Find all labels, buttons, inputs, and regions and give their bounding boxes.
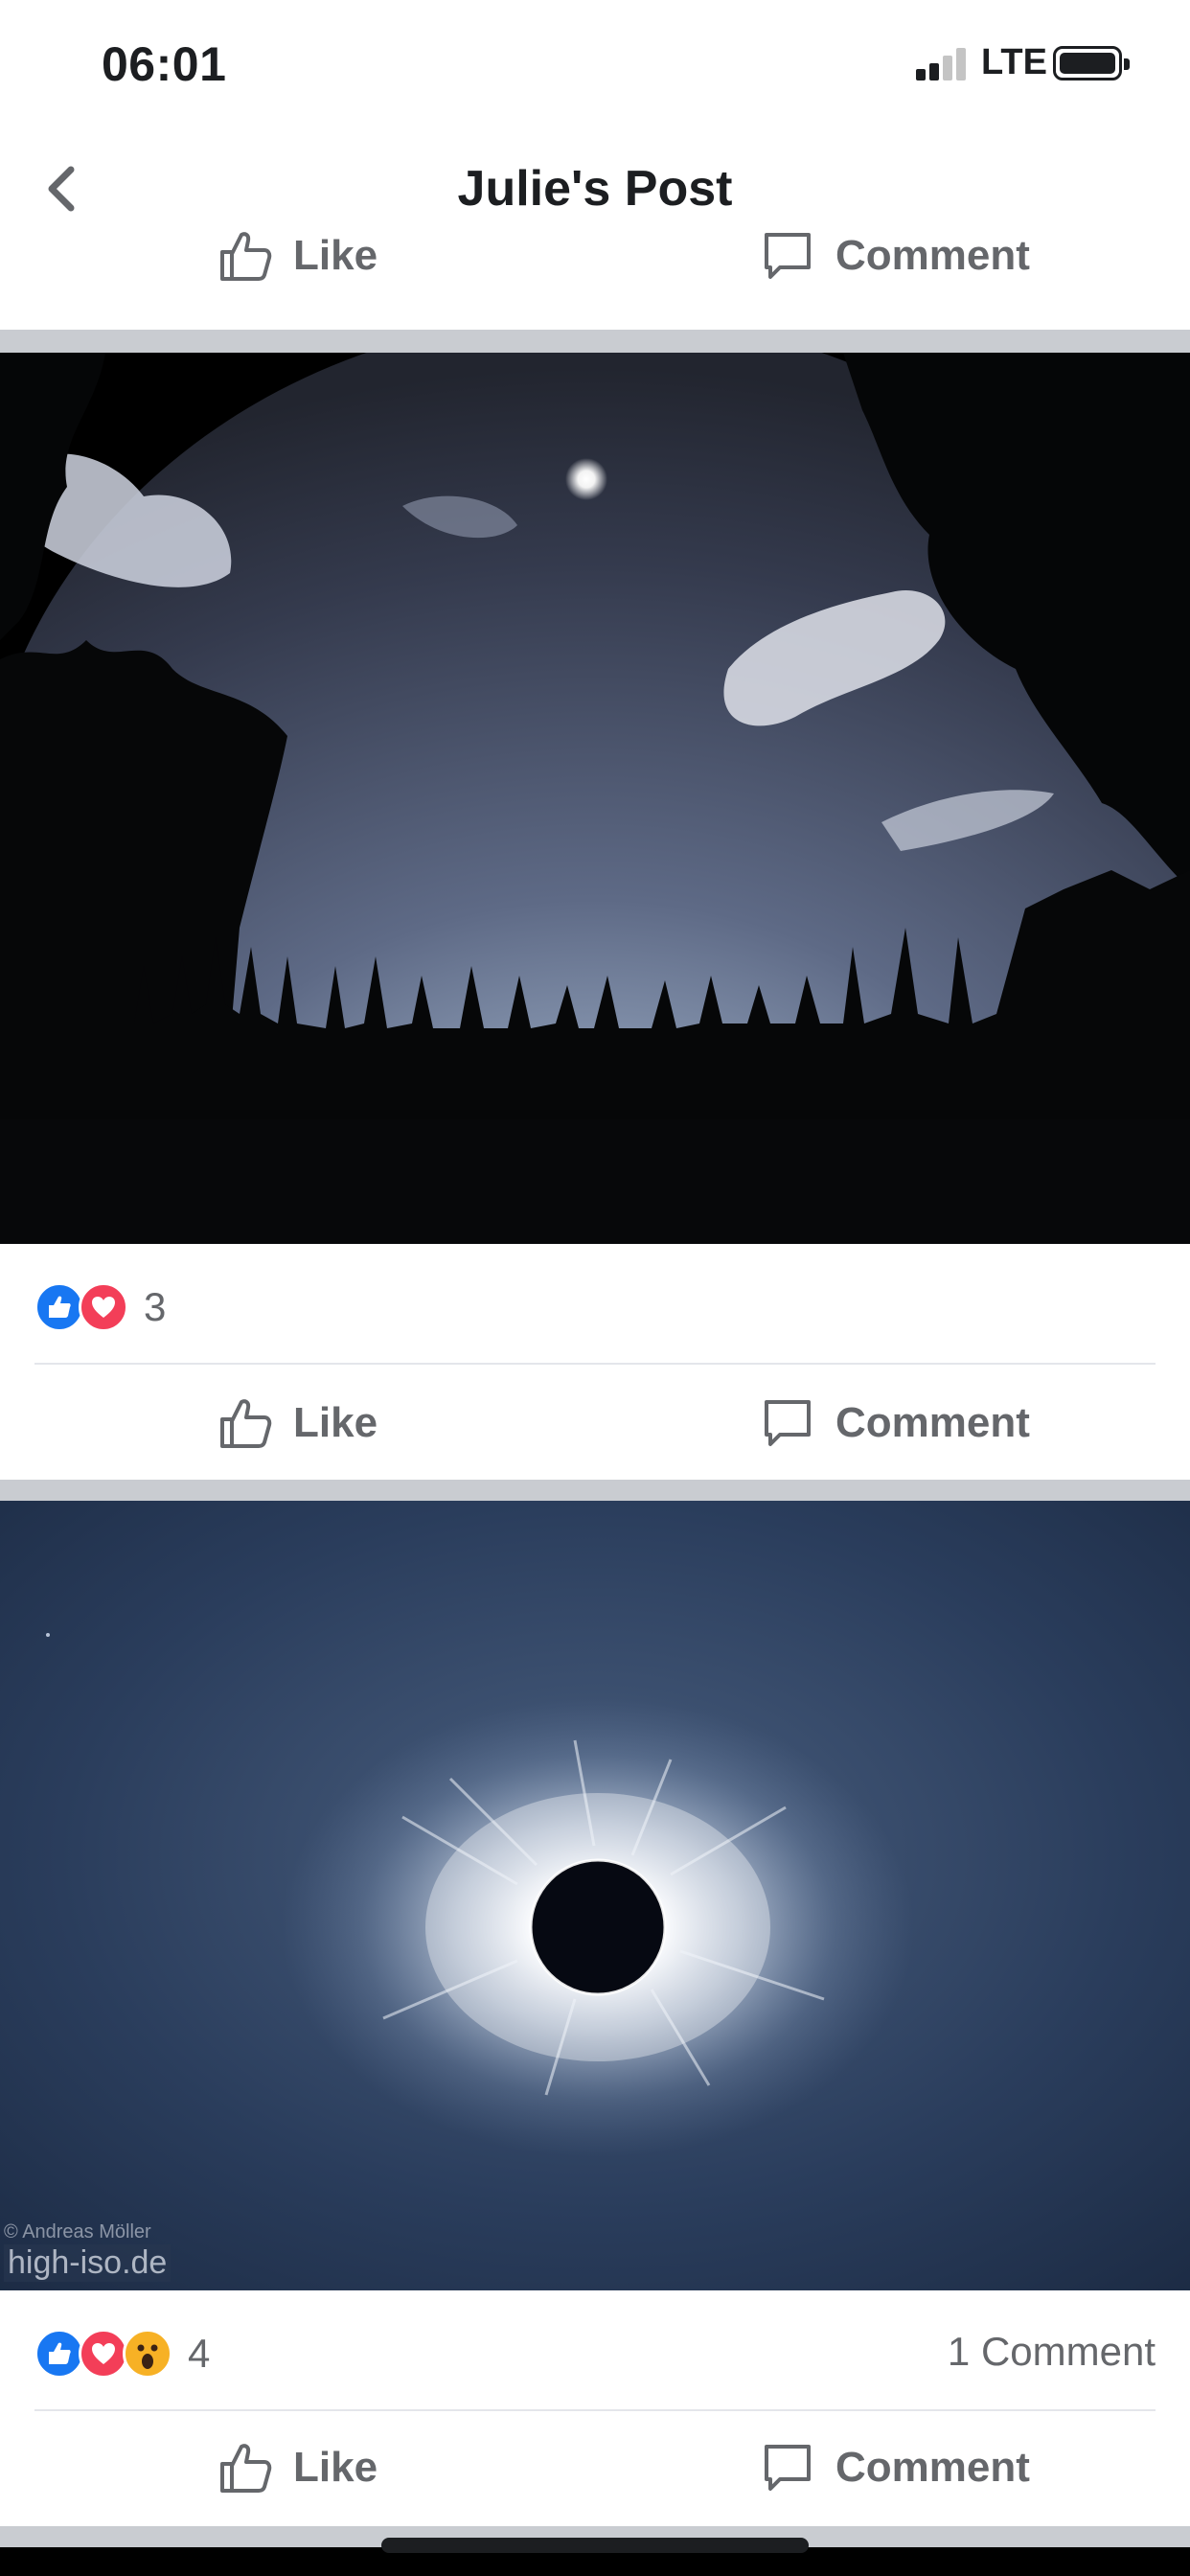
love-reaction-icon bbox=[79, 1282, 128, 1332]
battery-icon bbox=[1053, 46, 1130, 80]
like-button[interactable]: Like bbox=[218, 203, 378, 309]
divider bbox=[34, 2409, 1156, 2411]
like-label: Like bbox=[293, 1399, 378, 1446]
comment-button[interactable]: Comment bbox=[761, 2415, 1030, 2520]
like-button[interactable]: Like bbox=[218, 1370, 378, 1476]
reaction-count: 3 bbox=[144, 1284, 167, 1329]
comment-button[interactable]: Comment bbox=[761, 203, 1030, 309]
reactions-summary[interactable]: 3 bbox=[34, 1278, 166, 1336]
status-bar: 06:01 LTE bbox=[0, 0, 1190, 129]
like-label: Like bbox=[293, 232, 378, 279]
reaction-count: 4 bbox=[188, 2331, 211, 2376]
love-reaction-icon bbox=[79, 2329, 128, 2379]
post-separator bbox=[0, 1480, 1190, 1501]
divider bbox=[34, 1363, 1156, 1365]
thumbs-up-icon bbox=[220, 2444, 272, 2493]
post-photo-eclipse[interactable]: © Andreas Möller high-iso.de bbox=[0, 1501, 1190, 2290]
comment-label: Comment bbox=[835, 232, 1030, 279]
home-indicator[interactable] bbox=[381, 2538, 809, 2553]
like-label: Like bbox=[293, 2444, 378, 2491]
like-button[interactable]: Like bbox=[218, 2415, 378, 2520]
post-actions: Like Comment bbox=[0, 222, 1190, 330]
post-photo-sky[interactable] bbox=[0, 353, 1190, 1244]
watermark-site: high-iso.de bbox=[4, 2244, 172, 2282]
comment-icon bbox=[765, 233, 811, 279]
thumbs-up-icon bbox=[220, 232, 272, 281]
thumbs-up-icon bbox=[220, 1399, 272, 1448]
comment-count-link[interactable]: 1 Comment bbox=[948, 2329, 1156, 2375]
comment-label: Comment bbox=[835, 1399, 1030, 1446]
signal-icon bbox=[916, 48, 968, 80]
post-actions: Like Comment bbox=[0, 1370, 1190, 1478]
sky-photo bbox=[0, 353, 1190, 1244]
status-time: 06:01 bbox=[102, 37, 227, 91]
watermark: © Andreas Möller bbox=[4, 2221, 151, 2242]
eclipse-photo bbox=[0, 1501, 1190, 2290]
wow-reaction-icon bbox=[123, 2329, 172, 2379]
comment-label: Comment bbox=[835, 2444, 1030, 2491]
post-actions: Like Comment bbox=[0, 2415, 1190, 2522]
reactions-summary[interactable]: 4 bbox=[34, 2325, 210, 2382]
network-type: LTE bbox=[981, 42, 1047, 82]
post-separator bbox=[0, 330, 1190, 353]
like-reaction-icon bbox=[34, 2329, 84, 2379]
comment-icon bbox=[765, 2445, 811, 2491]
comment-button[interactable]: Comment bbox=[761, 1370, 1030, 1476]
comment-icon bbox=[765, 1400, 811, 1446]
like-reaction-icon bbox=[34, 1282, 84, 1332]
